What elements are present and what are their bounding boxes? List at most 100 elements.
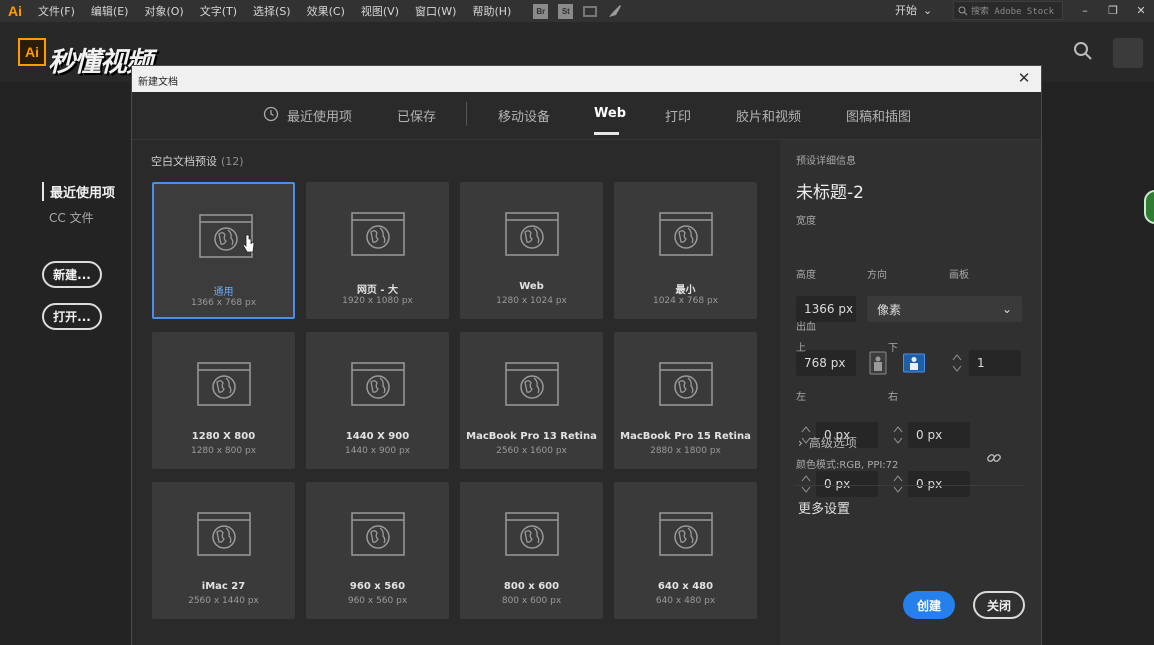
category-tabs: 最近使用项 已保存 移动设备 Web 打印 胶片和视频 图稿和插图 (132, 92, 1041, 140)
preset-card[interactable]: 通用 1366 x 768 px (152, 182, 295, 319)
tab-divider (466, 102, 467, 126)
preset-card[interactable]: MacBook Pro 13 Retina 2560 x 1600 px (460, 332, 603, 469)
stock-icon[interactable]: St (558, 3, 574, 19)
close-window-icon[interactable]: ✕ (1134, 4, 1148, 18)
tab-mobile[interactable]: 移动设备 (498, 106, 550, 125)
web-document-icon (505, 512, 559, 556)
menu-type[interactable]: 文字(T) (192, 3, 245, 19)
preset-name: 1440 X 900 (345, 431, 410, 442)
web-document-icon (659, 212, 713, 256)
bleed-left-input[interactable]: 0 px (816, 471, 878, 497)
active-tab-indicator (594, 132, 619, 135)
bleed-bottom-stepper-icon[interactable] (892, 423, 904, 447)
preset-card[interactable]: 最小 1024 x 768 px (614, 182, 757, 319)
advanced-options-toggle[interactable]: › 高级选项 (798, 434, 857, 451)
document-name-field[interactable]: 未标题-2 (796, 178, 864, 203)
menu-select[interactable]: 选择(S) (245, 3, 299, 19)
preset-card[interactable]: Web 1280 x 1024 px (460, 182, 603, 319)
landscape-icon[interactable] (903, 351, 925, 375)
preset-size: 800 x 600 px (501, 596, 562, 606)
details-divider (794, 485, 1024, 486)
dialog-titlebar: 新建文档 ✕ (132, 66, 1041, 92)
height-label: 高度 (796, 270, 816, 281)
gpu-performance-icon[interactable] (607, 3, 623, 19)
portrait-icon[interactable] (867, 351, 889, 375)
open-button[interactable]: 打开... (42, 303, 102, 330)
presets-label: 空白文档预设 (151, 155, 217, 168)
clock-icon (263, 106, 279, 122)
bleed-top-label: 上 (796, 343, 806, 354)
link-icon[interactable] (986, 450, 1002, 466)
menu-object[interactable]: 对象(O) (136, 3, 191, 19)
search-icon[interactable] (1072, 40, 1094, 62)
presets-heading: 空白文档预设 (12) (151, 153, 244, 169)
menu-bar: Ai 文件(F) 编辑(E) 对象(O) 文字(T) 选择(S) 效果(C) 视… (0, 0, 1154, 22)
tab-print[interactable]: 打印 (665, 106, 691, 125)
advanced-options-label: 高级选项 (808, 436, 857, 450)
tab-saved[interactable]: 已保存 (397, 106, 436, 125)
close-icon[interactable]: ✕ (1015, 69, 1033, 87)
preset-size: 2880 x 1800 px (650, 446, 721, 456)
preset-size: 1280 x 800 px (190, 446, 257, 456)
presets-count: (12) (221, 155, 244, 168)
preset-card[interactable]: 1280 X 800 1280 x 800 px (152, 332, 295, 469)
menu-effect[interactable]: 效果(C) (299, 3, 353, 19)
tab-web[interactable]: Web (594, 106, 626, 121)
tab-art-illustration[interactable]: 图稿和插图 (846, 106, 911, 125)
bleed-left-stepper-icon[interactable] (800, 472, 812, 496)
artboards-input[interactable]: 1 (969, 350, 1021, 376)
preset-card[interactable]: 800 x 600 800 x 600 px (460, 482, 603, 619)
preset-name: MacBook Pro 15 Retina (620, 431, 751, 442)
close-button[interactable]: 关闭 (973, 591, 1025, 619)
preset-card[interactable]: 960 x 560 960 x 560 px (306, 482, 449, 619)
tab-recent[interactable]: 最近使用项 (287, 106, 352, 125)
web-document-icon (659, 512, 713, 556)
preset-size: 1920 x 1080 px (342, 296, 413, 306)
bleed-bottom-input[interactable]: 0 px (908, 422, 970, 448)
preset-card[interactable]: 1440 X 900 1440 x 900 px (306, 332, 449, 469)
menu-window[interactable]: 窗口(W) (407, 3, 464, 19)
menu-edit[interactable]: 编辑(E) (83, 3, 137, 19)
nav-recent[interactable]: 最近使用项 (42, 182, 115, 201)
preset-size: 1440 x 900 px (344, 446, 411, 456)
workspace-label: 开始 (895, 4, 917, 17)
unit-select[interactable]: 像素 ⌄ (867, 296, 1022, 322)
arrange-documents-icon[interactable] (583, 5, 598, 17)
preset-size: 960 x 560 px (347, 596, 408, 606)
web-document-icon (659, 362, 713, 406)
tab-film-video[interactable]: 胶片和视频 (736, 106, 801, 125)
artboards-label: 画板 (949, 270, 969, 281)
bridge-icon[interactable]: Br (533, 3, 549, 19)
menu-file[interactable]: 文件(F) (30, 3, 83, 19)
web-document-icon (197, 512, 251, 556)
menu-view[interactable]: 视图(V) (353, 3, 407, 19)
preset-name: 最小 (675, 285, 696, 296)
chevron-right-icon: › (798, 435, 803, 450)
preset-card[interactable]: 网页 - 大 1920 x 1080 px (306, 182, 449, 319)
minimize-icon[interactable]: – (1078, 4, 1092, 18)
stock-search-input[interactable]: 搜索 Adobe Stock (953, 1, 1063, 20)
menu-help[interactable]: 帮助(H) (464, 3, 519, 19)
workspace-switcher[interactable]: 开始 ⌄ (895, 2, 932, 18)
preset-size: 2560 x 1440 px (188, 596, 259, 606)
details-header: 预设详细信息 (796, 156, 856, 167)
web-document-icon (351, 212, 405, 256)
avatar[interactable] (1113, 38, 1143, 68)
unit-value: 像素 (877, 302, 902, 317)
dialog-title: 新建文档 (138, 77, 178, 88)
preset-size: 1280 x 1024 px (496, 296, 567, 306)
preset-card[interactable]: MacBook Pro 15 Retina 2880 x 1800 px (614, 332, 757, 469)
artboards-stepper-icon[interactable] (951, 351, 963, 375)
preset-card[interactable]: 640 x 480 640 x 480 px (614, 482, 757, 619)
preset-name: 800 x 600 (503, 581, 560, 592)
create-button[interactable]: 创建 (903, 591, 955, 619)
bleed-right-stepper-icon[interactable] (892, 472, 904, 496)
restore-icon[interactable]: ❐ (1106, 4, 1120, 18)
bleed-right-input[interactable]: 0 px (908, 471, 970, 497)
bleed-right-label: 右 (888, 392, 898, 403)
more-settings-button[interactable]: 更多设置 (798, 498, 850, 517)
nav-cc-files[interactable]: CC 文件 (42, 209, 115, 226)
preset-card[interactable]: iMac 27 2560 x 1440 px (152, 482, 295, 619)
new-button[interactable]: 新建... (42, 261, 102, 288)
watermark-logo: Ai (18, 38, 46, 66)
